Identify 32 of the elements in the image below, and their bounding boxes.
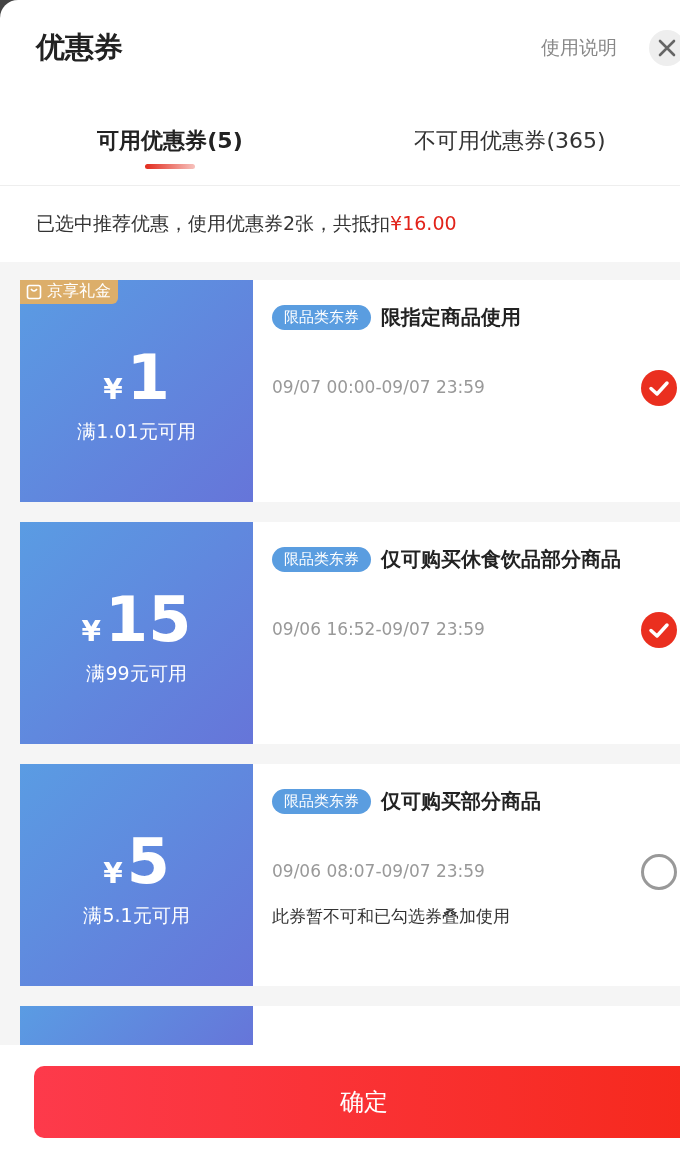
badge-label: 京享礼金 [47,281,111,302]
sheet-title: 优惠券 [36,29,124,66]
checkmark-icon[interactable] [641,612,677,648]
coupon-title: 限指定商品使用 [381,304,521,331]
discount-summary: 已选中推荐优惠，使用优惠券2张，共抵扣¥16.00 [36,211,457,236]
currency-sign: ¥ [81,615,102,648]
confirm-button[interactable]: 确定 [34,1066,680,1138]
usage-condition: 满1.01元可用 [77,419,196,444]
coupon-title: 仅可购买休食饮品部分商品 [381,546,621,573]
coupon-amount: 1 [126,343,170,413]
coupon-amount: 15 [105,585,192,655]
usage-instructions-link[interactable]: 使用说明 [541,35,617,61]
validity-period: 09/07 00:00-09/07 23:59 [272,377,485,397]
radio-circle-icon[interactable] [641,854,677,890]
category-tag: 限品类东券 [272,305,371,330]
currency-sign: ¥ [103,373,123,406]
coupon-amount: 5 [126,827,170,897]
usage-condition: 满5.1元可用 [83,903,190,928]
bag-icon [26,283,42,300]
category-tag: 限品类东券 [272,789,371,814]
close-button[interactable] [649,30,680,66]
category-tag: 限品类东券 [272,547,371,572]
validity-period: 09/06 08:07-09/07 23:59 [272,861,485,881]
close-icon [658,39,676,57]
checkmark-icon[interactable] [641,370,677,406]
tab[interactable]: 不可用优惠券(365) [340,100,680,185]
coupon-note: 此券暂不可和已勾选券叠加使用 [272,905,511,928]
currency-sign: ¥ [103,857,123,890]
validity-period: 09/06 16:52-09/07 23:59 [272,619,485,639]
usage-condition: 满99元可用 [86,661,187,686]
tab[interactable]: 可用优惠券(5) [0,100,340,185]
coupon-title: 仅可购买部分商品 [381,788,541,815]
